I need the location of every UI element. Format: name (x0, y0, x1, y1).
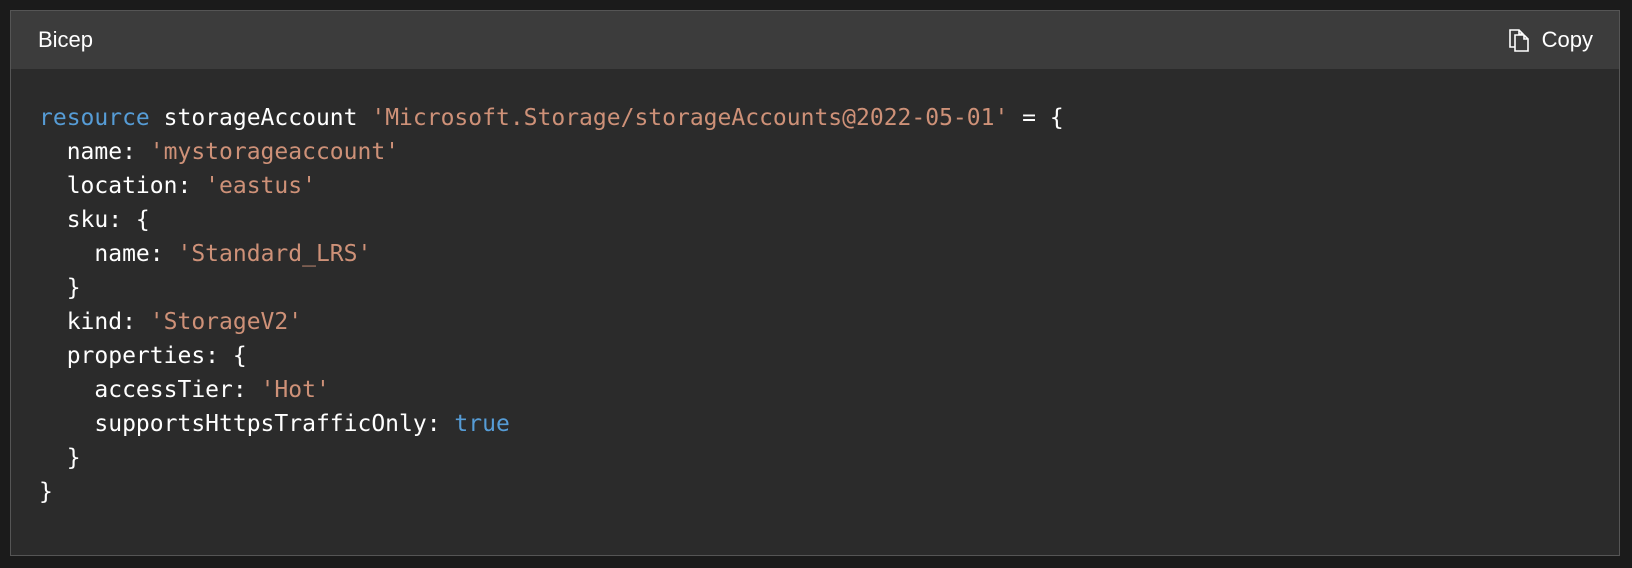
code-line: sku: { (39, 203, 1591, 237)
code-line: supportsHttpsTrafficOnly: true (39, 407, 1591, 441)
code-token-string: 'eastus' (205, 173, 316, 199)
code-line: kind: 'StorageV2' (39, 305, 1591, 339)
code-token-string: 'Standard_LRS' (177, 241, 372, 267)
code-content: resource storageAccount 'Microsoft.Stora… (39, 101, 1591, 509)
code-token-plain: } (39, 445, 81, 471)
code-token-string: 'Hot' (260, 377, 330, 403)
code-lines: resource storageAccount 'Microsoft.Stora… (39, 101, 1591, 509)
code-token-string: 'Microsoft.Storage/storageAccounts@2022-… (371, 105, 1009, 131)
code-token-plain: = { (1008, 105, 1064, 131)
code-line: name: 'Standard_LRS' (39, 237, 1591, 271)
code-token-plain: sku: { (39, 207, 150, 233)
code-body[interactable]: resource storageAccount 'Microsoft.Stora… (11, 69, 1619, 555)
code-token-plain: supportsHttpsTrafficOnly: (39, 411, 455, 437)
code-token-keyword: resource (39, 105, 150, 131)
code-block: Bicep Copy resource storageAccount 'Micr… (10, 10, 1620, 556)
code-token-plain: name: (39, 139, 150, 165)
code-token-keyword: true (454, 411, 510, 437)
language-label: Bicep (38, 27, 94, 52)
code-block-header: Bicep Copy (11, 11, 1619, 69)
code-line: } (39, 271, 1591, 305)
copy-button[interactable]: Copy (1506, 23, 1593, 57)
code-token-plain: storageAccount (149, 105, 372, 131)
code-token-plain: } (39, 479, 53, 505)
code-token-plain: name: (39, 241, 178, 267)
code-token-plain: kind: (39, 309, 150, 335)
code-line: properties: { (39, 339, 1591, 373)
code-token-string: 'StorageV2' (149, 309, 303, 335)
code-line: } (39, 475, 1591, 509)
code-token-plain: properties: { (39, 343, 247, 369)
code-line: accessTier: 'Hot' (39, 373, 1591, 407)
code-line: name: 'mystorageaccount' (39, 135, 1591, 169)
code-line: } (39, 441, 1591, 475)
code-token-plain: location: (39, 173, 206, 199)
code-line: resource storageAccount 'Microsoft.Stora… (39, 101, 1591, 135)
code-token-plain: accessTier: (39, 377, 261, 403)
code-token-string: 'mystorageaccount' (149, 139, 400, 165)
copy-label: Copy (1541, 27, 1593, 52)
code-line: location: 'eastus' (39, 169, 1591, 203)
copy-icon (1506, 27, 1532, 53)
code-token-plain: } (39, 275, 81, 301)
